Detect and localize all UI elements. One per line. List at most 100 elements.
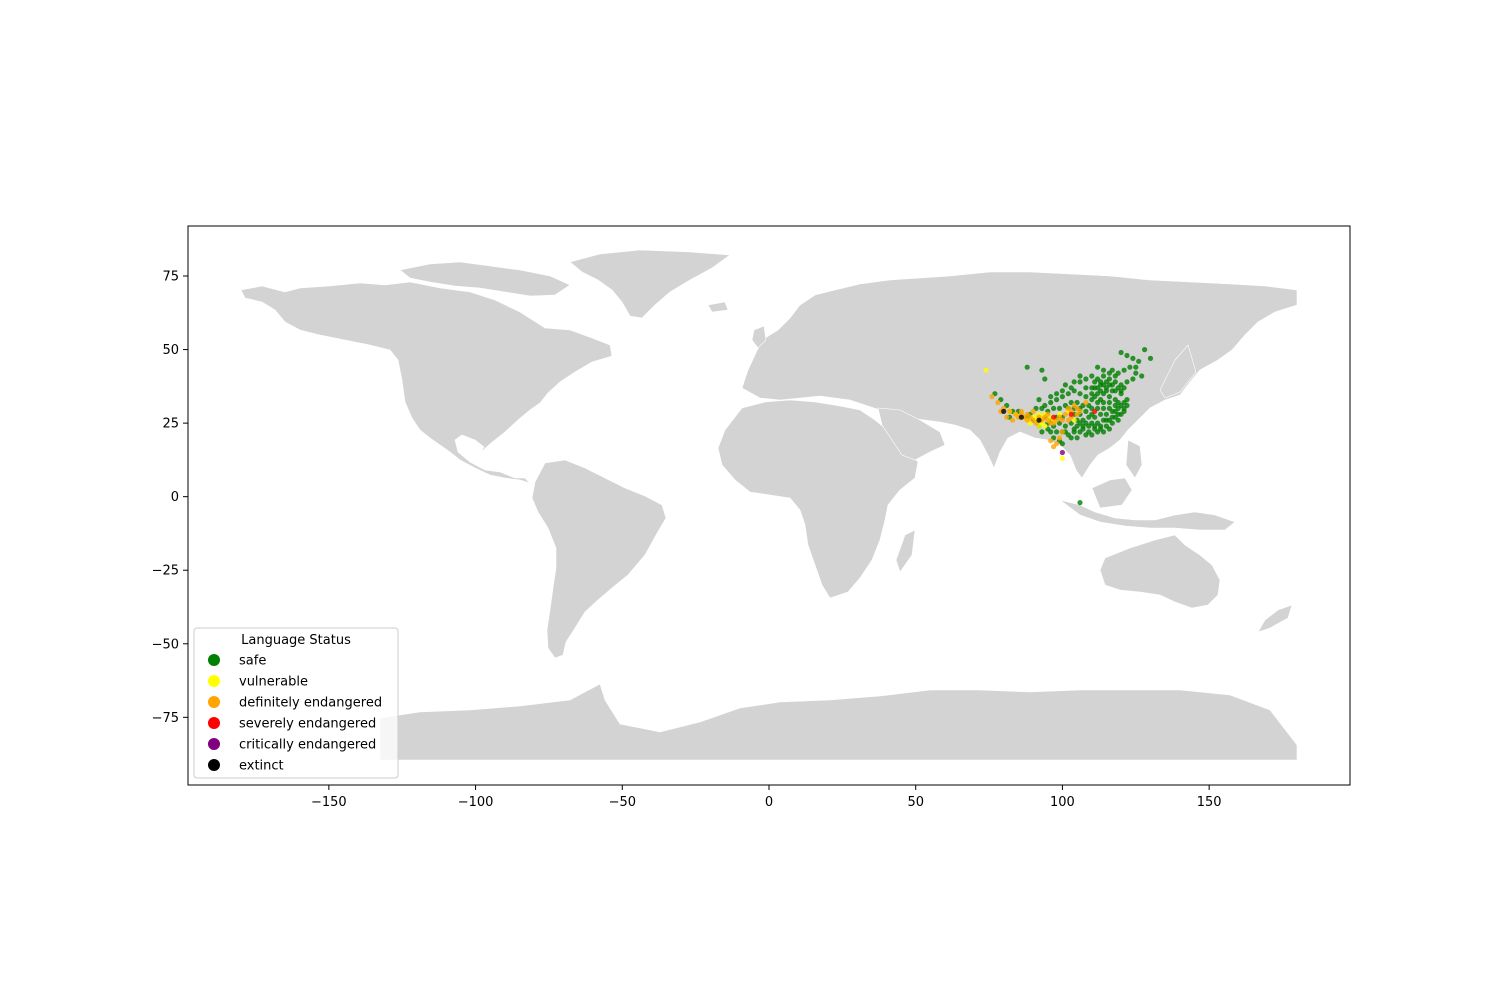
point-definitely-endangered	[1059, 417, 1065, 423]
point-extinct	[1001, 408, 1007, 414]
point-safe	[1077, 373, 1083, 379]
point-safe	[1062, 423, 1068, 429]
point-safe	[1048, 429, 1054, 435]
point-safe	[1106, 394, 1112, 400]
point-definitely-endangered	[1004, 414, 1010, 420]
point-severely-endangered	[1051, 414, 1057, 420]
y-tick-label: −25	[152, 564, 179, 579]
point-safe	[1109, 408, 1115, 414]
point-safe	[1124, 379, 1130, 385]
point-safe	[1074, 435, 1080, 441]
point-safe	[1133, 370, 1139, 376]
point-safe	[1077, 391, 1083, 397]
point-safe	[1048, 394, 1054, 400]
legend-label: definitely endangered	[239, 696, 382, 711]
point-safe	[1100, 382, 1107, 388]
point-safe	[1042, 376, 1048, 382]
point-safe	[1098, 411, 1104, 417]
x-tick-label: 100	[1050, 795, 1075, 810]
x-tick-label: 50	[907, 795, 924, 810]
point-definitely-endangered	[1045, 411, 1051, 417]
point-safe	[1054, 391, 1060, 397]
legend-marker	[208, 717, 220, 729]
point-safe	[1077, 500, 1083, 506]
point-definitely-endangered	[1074, 411, 1080, 417]
point-safe	[1065, 391, 1071, 397]
legend-title: Language Status	[241, 633, 351, 648]
point-safe	[1089, 391, 1095, 397]
point-safe	[1100, 367, 1107, 373]
point-safe	[1112, 373, 1118, 379]
point-safe	[1039, 367, 1045, 373]
point-safe	[1051, 405, 1057, 411]
point-definitely-endangered	[1007, 408, 1013, 414]
point-safe	[1121, 367, 1127, 373]
point-safe	[1048, 399, 1054, 406]
legend-marker	[208, 738, 220, 750]
point-safe	[1095, 364, 1101, 370]
point-safe	[1106, 370, 1112, 376]
point-safe	[1083, 376, 1089, 382]
point-definitely-endangered	[995, 399, 1001, 406]
legend-label: safe	[239, 654, 266, 669]
point-safe	[1115, 405, 1121, 411]
point-safe	[1127, 364, 1133, 370]
point-safe	[1089, 385, 1095, 391]
point-safe	[1121, 408, 1127, 414]
point-safe	[1098, 423, 1104, 429]
point-definitely-endangered	[1048, 438, 1054, 444]
point-safe	[1103, 411, 1109, 417]
point-vulnerable	[1059, 455, 1065, 461]
point-safe	[1115, 399, 1121, 406]
point-safe	[1118, 349, 1124, 356]
point-safe	[1103, 388, 1109, 394]
point-safe	[1092, 379, 1098, 385]
point-definitely-endangered	[1018, 408, 1024, 414]
point-safe	[1089, 373, 1095, 379]
y-tick-label: 25	[162, 417, 179, 432]
point-definitely-endangered	[1065, 417, 1071, 423]
point-safe	[1095, 429, 1101, 435]
point-safe	[1056, 405, 1063, 411]
point-extinct	[1018, 414, 1024, 420]
point-safe	[1124, 397, 1130, 403]
point-safe	[1036, 397, 1042, 403]
point-safe	[1071, 379, 1077, 385]
point-safe	[1100, 405, 1107, 411]
point-safe	[1095, 399, 1101, 406]
point-safe	[1130, 376, 1136, 382]
point-safe	[1062, 382, 1068, 388]
point-safe	[1106, 382, 1112, 388]
point-safe	[1083, 385, 1089, 391]
point-safe	[1077, 429, 1083, 435]
y-tick-label: −50	[152, 637, 179, 652]
point-safe	[1059, 441, 1065, 447]
legend-label: critically endangered	[239, 738, 376, 753]
point-safe	[1100, 429, 1107, 435]
legend-label: extinct	[239, 759, 284, 774]
point-safe	[1074, 423, 1080, 429]
point-safe	[1042, 402, 1048, 409]
point-safe	[1147, 355, 1154, 361]
legend-marker	[208, 675, 220, 687]
point-safe	[1077, 379, 1083, 385]
point-safe	[1059, 394, 1065, 400]
point-safe	[1068, 385, 1074, 391]
point-safe	[1100, 399, 1107, 406]
point-safe	[1112, 414, 1118, 420]
point-definitely-endangered	[989, 394, 995, 400]
legend-marker	[208, 759, 220, 771]
legend-label: severely endangered	[239, 717, 376, 732]
legend-marker	[208, 654, 220, 666]
point-safe	[1103, 417, 1109, 423]
point-extinct	[1036, 417, 1042, 423]
point-safe	[1039, 429, 1045, 435]
x-tick-label: −50	[609, 795, 636, 810]
point-safe	[1095, 385, 1101, 391]
point-safe	[1083, 432, 1089, 438]
point-safe	[1071, 429, 1077, 435]
point-safe	[1124, 352, 1130, 359]
point-safe	[1112, 388, 1118, 394]
point-severely-endangered	[1092, 408, 1098, 414]
point-safe	[1080, 423, 1086, 429]
